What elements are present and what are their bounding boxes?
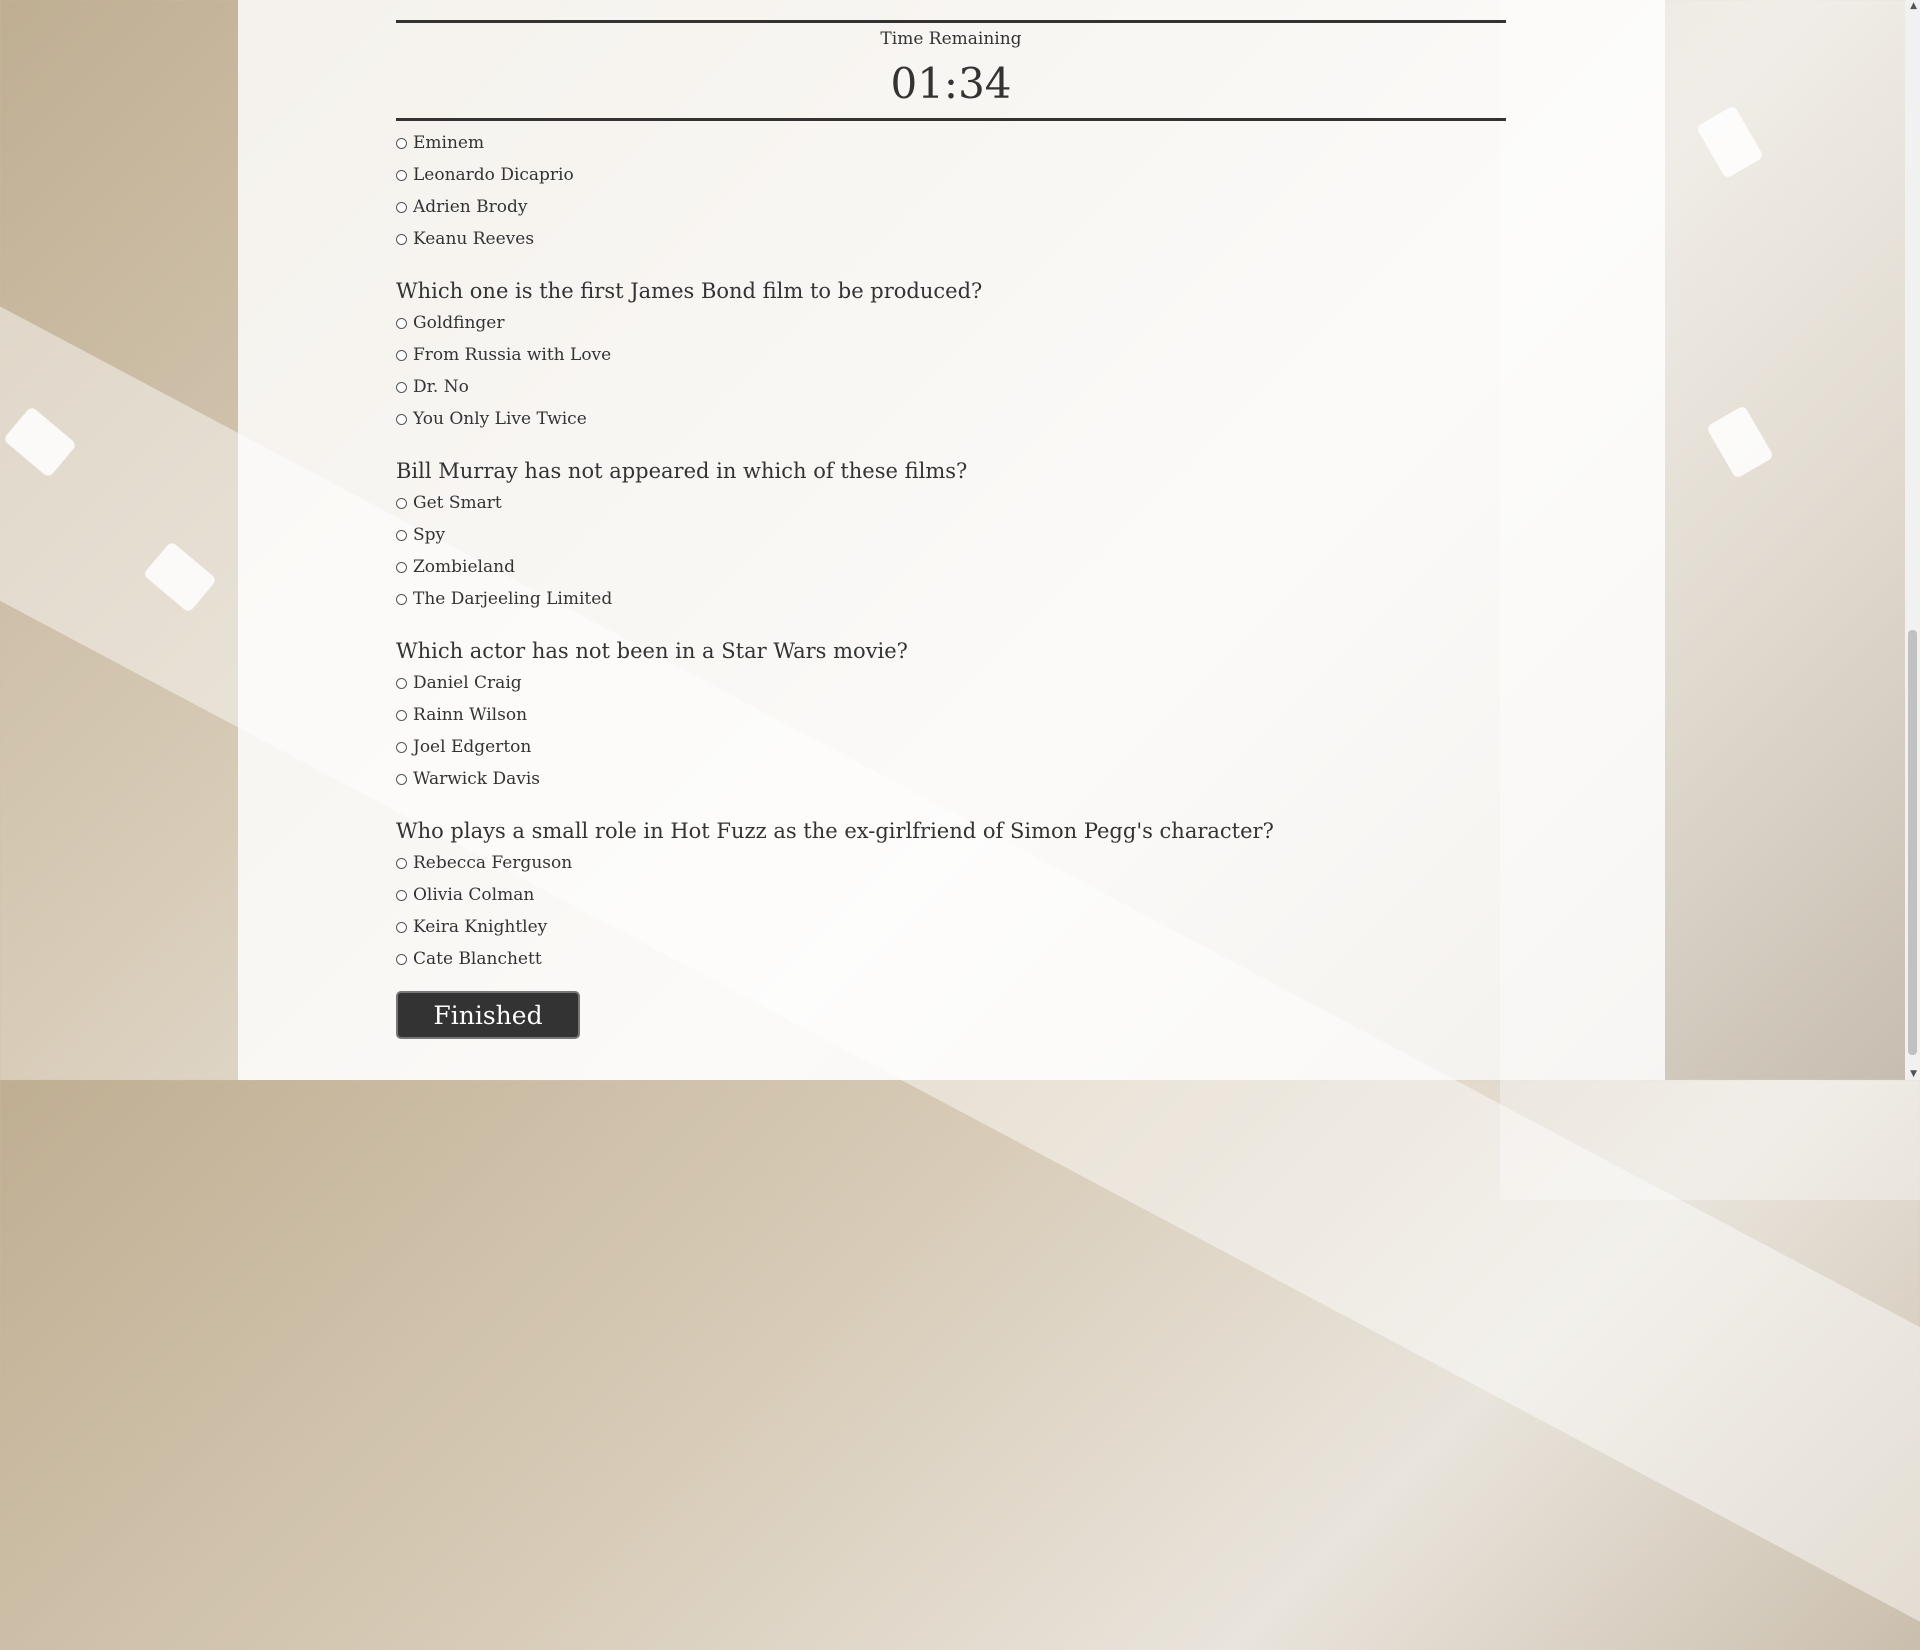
scroll-up-icon[interactable]: ▲ xyxy=(1910,1,1917,11)
question-text: Who plays a small role in Hot Fuzz as th… xyxy=(396,819,1274,843)
option-list: Get Smart Spy Zombieland The Darjeeling … xyxy=(396,487,1506,615)
radio-button[interactable] xyxy=(396,773,407,785)
answer-option[interactable]: Goldfinger xyxy=(396,307,1506,339)
radio-button[interactable] xyxy=(396,741,407,753)
answer-option[interactable]: Cate Blanchett xyxy=(396,943,1506,975)
option-label: Cate Blanchett xyxy=(413,949,542,969)
answer-option[interactable]: Adrien Brody xyxy=(396,191,1506,223)
answer-option[interactable]: Leonardo Dicaprio xyxy=(396,159,1506,191)
option-label: Adrien Brody xyxy=(413,197,528,217)
answer-option[interactable]: The Darjeeling Limited xyxy=(396,583,1506,615)
radio-button[interactable] xyxy=(396,317,407,329)
answer-option[interactable]: Zombieland xyxy=(396,551,1506,583)
question-text: Which actor has not been in a Star Wars … xyxy=(396,639,908,663)
option-list: Daniel Craig Rainn Wilson Joel Edgerton … xyxy=(396,667,1506,795)
quiz-panel: Time Remaining 01:34 Eminem Leonardo Dic… xyxy=(238,0,1665,1080)
radio-button[interactable] xyxy=(396,921,407,933)
answer-option[interactable]: From Russia with Love xyxy=(396,339,1506,371)
answer-option[interactable]: Joel Edgerton xyxy=(396,731,1506,763)
timer-value: 01:34 xyxy=(890,59,1012,108)
question-text: Which one is the first James Bond film t… xyxy=(396,279,983,303)
answer-option[interactable]: Spy xyxy=(396,519,1506,551)
answer-option[interactable]: Get Smart xyxy=(396,487,1506,519)
option-label: Keanu Reeves xyxy=(413,229,535,249)
answer-option[interactable]: Daniel Craig xyxy=(396,667,1506,699)
option-label: Eminem xyxy=(413,133,485,153)
timer-label: Time Remaining xyxy=(880,29,1022,49)
option-label: Olivia Colman xyxy=(413,885,535,905)
option-label: You Only Live Twice xyxy=(413,409,587,429)
radio-button[interactable] xyxy=(396,709,407,721)
option-label: Rainn Wilson xyxy=(413,705,528,725)
option-list: Goldfinger From Russia with Love Dr. No … xyxy=(396,307,1506,435)
option-label: From Russia with Love xyxy=(413,345,612,365)
answer-option[interactable]: Keanu Reeves xyxy=(396,223,1506,255)
option-label: Joel Edgerton xyxy=(413,737,532,757)
question-text: Bill Murray has not appeared in which of… xyxy=(396,459,968,483)
scroll-down-icon[interactable]: ▼ xyxy=(1910,1069,1917,1079)
answer-option[interactable]: Warwick Davis xyxy=(396,763,1506,795)
radio-button[interactable] xyxy=(396,233,407,245)
answer-option[interactable]: Dr. No xyxy=(396,371,1506,403)
radio-button[interactable] xyxy=(396,677,407,689)
radio-button[interactable] xyxy=(396,169,407,181)
option-label: Goldfinger xyxy=(413,313,505,333)
radio-button[interactable] xyxy=(396,529,407,541)
option-label: The Darjeeling Limited xyxy=(413,589,613,609)
radio-button[interactable] xyxy=(396,137,407,149)
option-label: Spy xyxy=(413,525,446,545)
timer-box: Time Remaining 01:34 xyxy=(396,20,1506,121)
option-label: Warwick Davis xyxy=(413,769,541,789)
radio-button[interactable] xyxy=(396,381,407,393)
answer-option[interactable]: You Only Live Twice xyxy=(396,403,1506,435)
scroll-thumb[interactable] xyxy=(1908,630,1917,1055)
radio-button[interactable] xyxy=(396,201,407,213)
option-label: Zombieland xyxy=(413,557,515,577)
radio-button[interactable] xyxy=(396,561,407,573)
option-label: Get Smart xyxy=(413,493,502,513)
radio-button[interactable] xyxy=(396,889,407,901)
quiz-content: Time Remaining 01:34 Eminem Leonardo Dic… xyxy=(396,0,1506,1039)
option-label: Keira Knightley xyxy=(413,917,548,937)
radio-button[interactable] xyxy=(396,953,407,965)
option-list: Eminem Leonardo Dicaprio Adrien Brody Ke… xyxy=(396,127,1506,255)
finished-button[interactable]: Finished xyxy=(396,991,580,1039)
radio-button[interactable] xyxy=(396,349,407,361)
option-label: Daniel Craig xyxy=(413,673,522,693)
option-label: Dr. No xyxy=(413,377,469,397)
answer-option[interactable]: Eminem xyxy=(396,127,1506,159)
radio-button[interactable] xyxy=(396,857,407,869)
option-label: Leonardo Dicaprio xyxy=(413,165,574,185)
vertical-scrollbar[interactable]: ▲ ▼ xyxy=(1905,0,1920,1080)
option-label: Rebecca Ferguson xyxy=(413,853,573,873)
answer-option[interactable]: Olivia Colman xyxy=(396,879,1506,911)
radio-button[interactable] xyxy=(396,413,407,425)
answer-option[interactable]: Rainn Wilson xyxy=(396,699,1506,731)
radio-button[interactable] xyxy=(396,497,407,509)
answer-option[interactable]: Rebecca Ferguson xyxy=(396,847,1506,879)
option-list: Rebecca Ferguson Olivia Colman Keira Kni… xyxy=(396,847,1506,975)
answer-option[interactable]: Keira Knightley xyxy=(396,911,1506,943)
radio-button[interactable] xyxy=(396,593,407,605)
